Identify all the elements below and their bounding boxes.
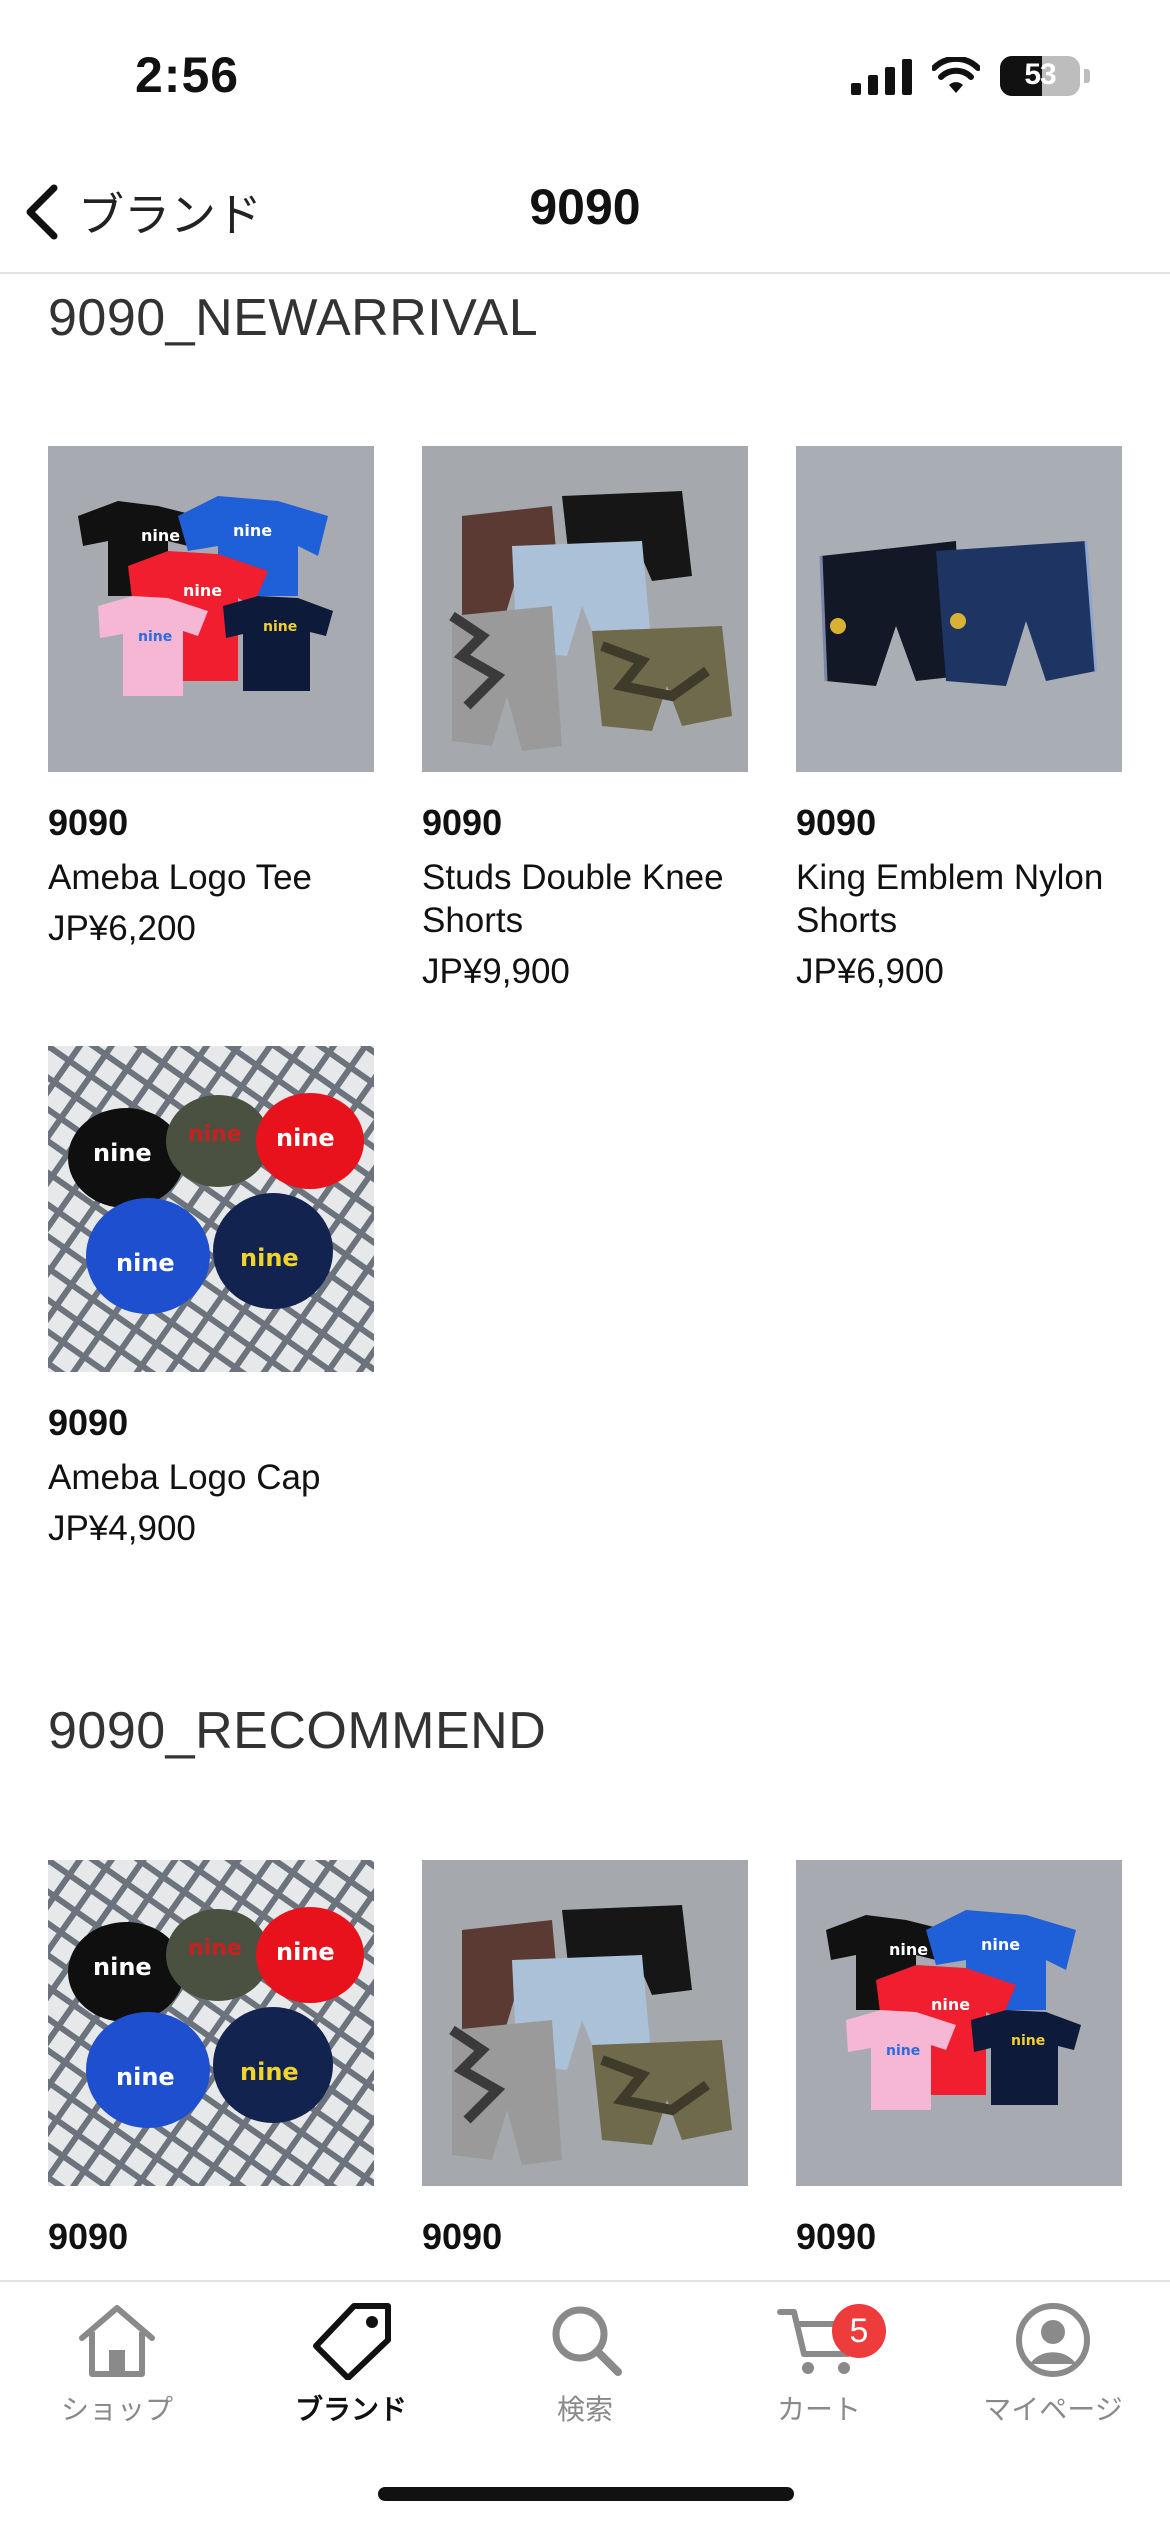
svg-text:nine: nine — [188, 1936, 242, 1961]
product-brand: 9090 — [422, 2216, 503, 2257]
profile-icon — [1016, 2303, 1090, 2377]
product-price: JP¥9,900 — [422, 952, 570, 991]
product-name: Ameba Logo Tee — [48, 858, 313, 897]
product-price: JP¥6,200 — [48, 909, 196, 948]
status-time: 2:56 — [135, 47, 240, 103]
section-title-recommend: 9090_RECOMMEND — [48, 1702, 547, 1760]
product-name: King Emblem Nylon Shorts — [796, 858, 1104, 940]
product-image-tees: nine nine nine nine nine — [48, 446, 374, 772]
svg-text:nine: nine — [141, 526, 180, 545]
product-image-tees: nine nine nine nine nine — [796, 1860, 1122, 2186]
svg-text:nine: nine — [276, 1124, 335, 1152]
svg-text:nine: nine — [240, 2058, 299, 2086]
svg-text:nine: nine — [183, 581, 222, 600]
product-image-shorts — [422, 1860, 748, 2186]
tab-cart[interactable]: 5 カート — [702, 2300, 936, 2430]
product-brand: 9090 — [48, 2216, 129, 2257]
product-card[interactable]: nine nine nine nine nine 9090 Ameba Logo… — [48, 446, 374, 949]
svg-text:nine: nine — [1011, 2033, 1045, 2049]
tab-label: 検索 — [556, 2394, 613, 2425]
product-price: JP¥6,900 — [796, 952, 944, 991]
svg-text:nine: nine — [276, 1938, 335, 1966]
tab-label: ブランド — [294, 2394, 407, 2425]
product-brand: 9090 — [48, 1402, 129, 1443]
product-card[interactable]: nine nine nine nine nine 9090 — [796, 1860, 1122, 2258]
section-title-newarrival: 9090_NEWARRIVAL — [48, 289, 539, 347]
battery-tip — [1084, 69, 1090, 83]
cart-count-badge: 5 — [832, 2304, 886, 2358]
tab-mypage[interactable]: マイページ — [936, 2300, 1170, 2430]
svg-text:nine: nine — [93, 1953, 152, 1981]
product-brand: 9090 — [796, 2216, 877, 2257]
product-image-caps: nine nine nine nine nine — [48, 1046, 374, 1372]
tab-brand[interactable]: ブランド — [234, 2300, 468, 2430]
product-image-shorts — [422, 446, 748, 772]
product-brand: 9090 — [48, 802, 129, 843]
svg-text:nine: nine — [889, 1940, 928, 1959]
product-card[interactable]: nine nine nine nine nine 9090 Ameba Logo… — [48, 1046, 374, 1549]
svg-text:nine: nine — [116, 1249, 175, 1277]
product-brand: 9090 — [796, 802, 877, 843]
product-name: Studs Double Knee Shorts — [422, 858, 724, 940]
svg-text:nine: nine — [233, 521, 272, 540]
search-icon — [552, 2306, 622, 2376]
tag-icon — [313, 2303, 391, 2380]
tab-label: カート — [776, 2394, 861, 2425]
status-indicators: 53 — [851, 54, 1090, 98]
battery-percentage: 53 — [1024, 58, 1056, 91]
svg-text:nine: nine — [93, 1139, 152, 1167]
home-indicator — [378, 2487, 794, 2501]
page-title: 9090 — [529, 179, 641, 235]
tab-shop[interactable]: ショップ — [0, 2300, 234, 2430]
svg-text:nine: nine — [931, 1995, 970, 2014]
svg-text:nine: nine — [138, 629, 172, 645]
brand-content[interactable]: 9090_NEWARRIVAL nine nine nine nine nine… — [0, 276, 1170, 2280]
svg-text:nine: nine — [240, 1244, 299, 1272]
battery-icon: 53 — [1000, 56, 1080, 96]
svg-text:nine: nine — [188, 1122, 242, 1147]
status-bar: 2:56 53 — [0, 0, 1170, 150]
cellular-signal-icon — [851, 57, 912, 95]
navigation-bar: ブランド 9090 — [0, 150, 1170, 274]
product-price: JP¥4,900 — [48, 1509, 196, 1548]
product-image-nylon-shorts — [796, 446, 1122, 772]
product-image-caps: nine nine nine nine nine — [48, 1860, 374, 2186]
svg-text:nine: nine — [981, 1935, 1020, 1954]
product-card[interactable]: 9090 Studs Double Knee Shorts JP¥9,900 — [422, 446, 748, 992]
svg-text:nine: nine — [116, 2063, 175, 2091]
tab-label: マイページ — [983, 2394, 1123, 2425]
product-card[interactable]: 9090 King Emblem Nylon Shorts JP¥6,900 — [796, 446, 1122, 992]
svg-text:nine: nine — [886, 2043, 920, 2059]
product-brand: 9090 — [422, 802, 503, 843]
home-icon — [79, 2305, 155, 2377]
product-name: Ameba Logo Cap — [48, 1458, 321, 1497]
wifi-icon — [932, 57, 980, 93]
tab-search[interactable]: 検索 — [468, 2300, 702, 2430]
product-card[interactable]: 9090 — [422, 1860, 748, 2258]
tab-label: ショップ — [60, 2394, 173, 2425]
product-card[interactable]: nine nine nine nine nine 9090 — [48, 1860, 374, 2258]
svg-text:nine: nine — [263, 619, 297, 635]
